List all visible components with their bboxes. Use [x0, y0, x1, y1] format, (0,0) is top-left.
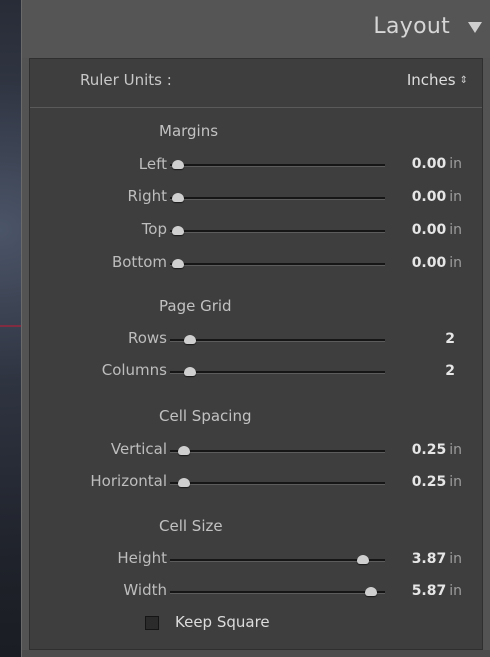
up-down-stepper-icon: ⇕ [459, 74, 468, 86]
slider-track [170, 164, 385, 167]
slider-thumb[interactable] [172, 226, 184, 235]
slider-thumb[interactable] [172, 160, 184, 169]
margin-right-value[interactable]: 0.00 in [412, 189, 462, 205]
cell-spacing-section-title: Cell Spacing [159, 407, 252, 425]
ruler-units-value: Inches [406, 71, 456, 89]
value-unit: in [449, 255, 462, 271]
layout-panel: Layout Ruler Units : Inches ⇕ Margins Lef… [21, 0, 490, 657]
panel-bottom-edge [22, 650, 490, 657]
slider-thumb[interactable] [183, 367, 196, 376]
spacing-vertical-value[interactable]: 0.25 in [412, 442, 462, 458]
value-number: 0.25 [411, 442, 447, 458]
slider-thumb[interactable] [172, 259, 184, 268]
slider-thumb[interactable] [172, 193, 184, 202]
value-unit: in [449, 222, 462, 238]
value-number: 2 [445, 331, 455, 347]
value-number: 0.00 [411, 255, 447, 271]
value-number: 0.00 [411, 222, 447, 238]
slider-thumb[interactable] [177, 446, 190, 455]
slider-track [170, 263, 385, 266]
value-number: 0.25 [411, 474, 447, 490]
spacing-vertical-slider[interactable] [170, 444, 385, 458]
value-number: 0.00 [411, 156, 447, 172]
value-unit: in [449, 189, 462, 205]
grid-rows-slider[interactable] [170, 333, 385, 347]
slider-thumb[interactable] [183, 335, 196, 344]
value-number: 3.87 [411, 551, 447, 567]
slider-track [170, 371, 385, 374]
margin-top-slider[interactable] [170, 224, 385, 238]
ruler-units-row: Ruler Units : Inches ⇕ [30, 59, 482, 107]
cell-height-slider[interactable] [170, 553, 385, 567]
triangle-down-icon[interactable] [468, 22, 482, 33]
value-unit: in [449, 442, 462, 458]
ruler-units-label: Ruler Units : [80, 71, 172, 89]
page-grid-section-title: Page Grid [159, 297, 232, 315]
slider-thumb[interactable] [365, 587, 378, 596]
cell-width-value[interactable]: 5.87 in [412, 583, 462, 599]
grid-columns-value[interactable]: 2 [445, 363, 455, 379]
value-unit: in [449, 551, 462, 567]
cell-height-value[interactable]: 3.87 in [412, 551, 462, 567]
slider-thumb[interactable] [357, 555, 370, 564]
cell-size-section-title: Cell Size [159, 517, 223, 535]
value-unit: in [449, 474, 462, 490]
ruler-units-select[interactable]: Inches ⇕ [405, 69, 470, 91]
margin-bottom-label: Bottom [111, 253, 167, 271]
slider-track [170, 339, 385, 342]
keep-square-label[interactable]: Keep Square [175, 613, 270, 631]
value-unit: in [449, 583, 462, 599]
margin-right-label: Right [127, 187, 168, 205]
spacing-horizontal-label: Horizontal [90, 472, 167, 490]
margins-section-title: Margins [159, 122, 219, 140]
panel-content: Ruler Units : Inches ⇕ Margins Left 0.00 i… [29, 58, 483, 650]
grid-rows-label: Rows [127, 329, 167, 347]
margin-top-label: Top [141, 220, 167, 238]
slider-track [170, 591, 385, 594]
grid-rows-value[interactable]: 2 [445, 331, 455, 347]
slider-track [170, 559, 385, 562]
value-number: 5.87 [411, 583, 447, 599]
margin-left-slider[interactable] [170, 158, 385, 172]
value-number: 0.00 [411, 189, 447, 205]
margin-bottom-slider[interactable] [170, 257, 385, 271]
value-unit: in [449, 156, 462, 172]
margin-right-slider[interactable] [170, 191, 385, 205]
spacing-horizontal-slider[interactable] [170, 476, 385, 490]
slider-track [170, 450, 385, 453]
spacing-horizontal-value[interactable]: 0.25 in [412, 474, 462, 490]
cell-height-label: Height [117, 549, 167, 567]
value-number: 2 [445, 363, 455, 379]
slider-track [170, 482, 385, 485]
grid-columns-label: Columns [101, 361, 167, 379]
margin-bottom-value[interactable]: 0.00 in [412, 255, 462, 271]
cell-width-label: Width [123, 581, 167, 599]
panel-title: Layout [373, 14, 450, 39]
keep-square-checkbox[interactable] [145, 616, 159, 630]
grid-columns-slider[interactable] [170, 365, 385, 379]
panel-header[interactable]: Layout [22, 0, 490, 58]
spacing-vertical-label: Vertical [110, 440, 167, 458]
slider-thumb[interactable] [177, 478, 190, 487]
margin-left-value[interactable]: 0.00 in [412, 156, 462, 172]
margin-top-value[interactable]: 0.00 in [412, 222, 462, 238]
slider-track [170, 197, 385, 200]
cell-width-slider[interactable] [170, 585, 385, 599]
margin-left-label: Left [138, 155, 167, 173]
slider-track [170, 230, 385, 233]
divider [30, 107, 482, 108]
